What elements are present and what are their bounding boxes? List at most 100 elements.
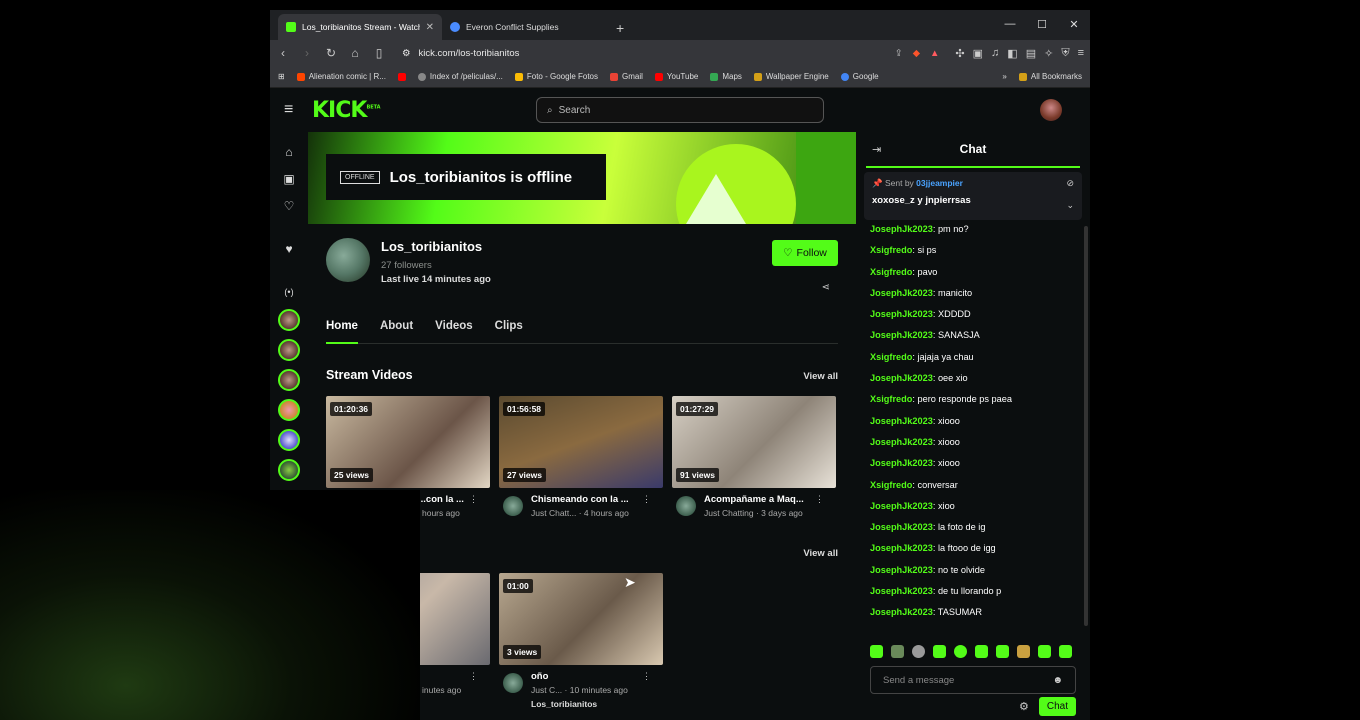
apps-icon[interactable]: ⊞ [278, 72, 285, 81]
emote-icon[interactable] [1017, 645, 1030, 658]
view-all-videos-link[interactable]: View all [803, 371, 838, 382]
chat-username[interactable]: JosephJk2023 [870, 224, 933, 234]
view-all-clips-link[interactable]: View all [803, 548, 838, 559]
more-options-icon[interactable]: ⋮ [469, 494, 478, 505]
menu-icon[interactable]: ≡ [1078, 47, 1084, 60]
browse-icon[interactable]: ▣ [270, 165, 308, 192]
bookmark-item[interactable]: YouTube [654, 72, 698, 81]
chat-username[interactable]: JosephJk2023 [870, 458, 933, 468]
bookmark-item[interactable]: Alienation comic | R... [296, 72, 386, 81]
following-icon[interactable]: ♡ [270, 192, 308, 219]
video-thumbnail[interactable]: 01:27:29 91 views [672, 396, 836, 488]
unpin-icon[interactable]: ⊘ [1066, 178, 1074, 189]
follow-button[interactable]: ♡ Follow [772, 240, 838, 266]
forward-icon[interactable]: › [300, 46, 314, 60]
chat-message-input[interactable]: Send a message ☻ [870, 666, 1076, 694]
chat-username[interactable]: JosephJk2023 [870, 437, 933, 447]
followed-channel-avatar[interactable] [278, 339, 300, 361]
bookmark-icon[interactable]: ▯ [372, 46, 386, 60]
site-info-icon[interactable]: ⚙ [402, 48, 411, 59]
chevron-down-icon[interactable]: ⌄ [1066, 200, 1074, 211]
video-card[interactable]: 01:27:29 91 views Acompañame a Maq... Ju… [672, 396, 836, 524]
clip-card[interactable]: 01:00 3 views oño Just C... · 10 minutes… [499, 573, 663, 709]
live-icon[interactable]: (•) [270, 278, 308, 305]
extensions-icon[interactable]: ✣ [955, 47, 964, 60]
hamburger-icon[interactable]: ≡ [284, 101, 298, 119]
following-heart-icon[interactable]: ♥ [270, 235, 308, 262]
clip-title[interactable]: oño [531, 671, 548, 682]
chat-username[interactable]: Xsigfredo [870, 245, 912, 255]
chat-username[interactable]: Xsigfredo [870, 267, 912, 277]
followed-channel-avatar[interactable] [278, 459, 300, 481]
url-field[interactable]: ⚙ kick.com/los-toribianitos ⇪ ◆ ▲ [396, 43, 945, 63]
channel-avatar-small[interactable] [676, 496, 696, 516]
brave-rewards-icon[interactable]: ▲ [930, 48, 939, 59]
followed-channel-avatar[interactable] [278, 369, 300, 391]
video-card[interactable]: 01:56:58 27 views Chismeando con la ... … [499, 396, 663, 524]
emote-icon[interactable] [933, 645, 946, 658]
emote-icon[interactable] [1059, 645, 1072, 658]
all-bookmarks[interactable]: All Bookmarks [1018, 72, 1082, 81]
followed-channel-avatar[interactable] [278, 429, 300, 451]
emote-icon[interactable] [870, 645, 883, 658]
more-options-icon[interactable]: ⋮ [642, 494, 651, 505]
tab-clips[interactable]: Clips [495, 320, 523, 344]
video-thumbnail[interactable]: 01:20:36 25 views [326, 396, 490, 488]
bookmark-item[interactable]: Maps [710, 72, 742, 81]
browser-tab-kick[interactable]: Los_toribianitos Stream - Watch ✕ [278, 14, 442, 40]
send-chat-button[interactable]: Chat [1038, 697, 1076, 716]
home-icon[interactable]: ⌂ [270, 138, 308, 165]
brave-shield-icon[interactable]: ◆ [913, 48, 920, 59]
more-options-icon[interactable]: ⋮ [642, 671, 651, 682]
emote-icon[interactable] [954, 645, 967, 658]
screenshot-icon[interactable]: ▣ [973, 47, 983, 60]
pinned-user[interactable]: 03jjeampier [916, 178, 963, 188]
chat-username[interactable]: JosephJk2023 [870, 373, 933, 383]
chat-username[interactable]: Xsigfredo [870, 480, 912, 490]
emote-icon[interactable] [1038, 645, 1051, 658]
chat-username[interactable]: JosephJk2023 [870, 565, 933, 575]
channel-avatar-small[interactable] [503, 673, 523, 693]
wallet-icon[interactable]: ▤ [1026, 47, 1036, 60]
ai-icon[interactable]: ✧ [1044, 47, 1053, 60]
more-options-icon[interactable]: ⋮ [815, 494, 824, 505]
close-tab-icon[interactable]: ✕ [426, 22, 434, 33]
video-title[interactable]: Chismeando con la ... [531, 494, 629, 505]
chat-username[interactable]: JosephJk2023 [870, 330, 933, 340]
bookmark-item[interactable]: Index of /peliculas/... [417, 72, 503, 81]
bookmark-item[interactable]: Google [840, 72, 879, 81]
search-input[interactable]: ⌕ Search [536, 97, 824, 123]
bookmark-item[interactable] [397, 72, 406, 81]
channel-avatar[interactable] [326, 238, 370, 282]
sidebar-toggle-icon[interactable]: ◧ [1007, 47, 1017, 60]
followed-channel-avatar[interactable] [278, 309, 300, 331]
clip-channel[interactable]: Los_toribianitos [531, 699, 597, 709]
back-icon[interactable]: ‹ [276, 46, 290, 60]
maximize-icon[interactable]: ☐ [1026, 10, 1058, 38]
user-avatar[interactable] [1040, 99, 1062, 121]
chat-username[interactable]: JosephJk2023 [870, 501, 933, 511]
chat-scrollbar[interactable] [1084, 226, 1088, 626]
emoji-icon[interactable]: ☻ [1052, 675, 1063, 686]
music-icon[interactable]: ♫ [991, 47, 999, 60]
vpn-icon[interactable]: ⛨ [1061, 47, 1069, 60]
close-window-icon[interactable]: ✕ [1058, 10, 1090, 38]
chat-username[interactable]: Xsigfredo [870, 352, 912, 362]
chat-username[interactable]: JosephJk2023 [870, 586, 933, 596]
browser-tab-everon[interactable]: Everon Conflict Supplies [442, 14, 606, 40]
home-icon[interactable]: ⌂ [348, 46, 362, 60]
more-options-icon[interactable]: ⋮ [469, 671, 478, 682]
minimize-icon[interactable]: — [994, 10, 1026, 38]
new-tab-icon[interactable]: + [606, 20, 624, 40]
chat-username[interactable]: Xsigfredo [870, 394, 912, 404]
collapse-chat-icon[interactable]: ⇥ [872, 143, 881, 156]
emote-icon[interactable] [996, 645, 1009, 658]
video-thumbnail[interactable]: 01:56:58 27 views [499, 396, 663, 488]
clip-thumbnail[interactable]: 01:00 3 views [499, 573, 663, 665]
more-bookmarks-icon[interactable]: » [1002, 72, 1006, 81]
video-title[interactable]: ...con la ... [418, 494, 464, 505]
chat-username[interactable]: JosephJk2023 [870, 288, 933, 298]
bookmark-item[interactable]: Gmail [610, 72, 643, 81]
reload-icon[interactable]: ↻ [324, 46, 338, 60]
followed-channel-avatar[interactable] [278, 399, 300, 421]
